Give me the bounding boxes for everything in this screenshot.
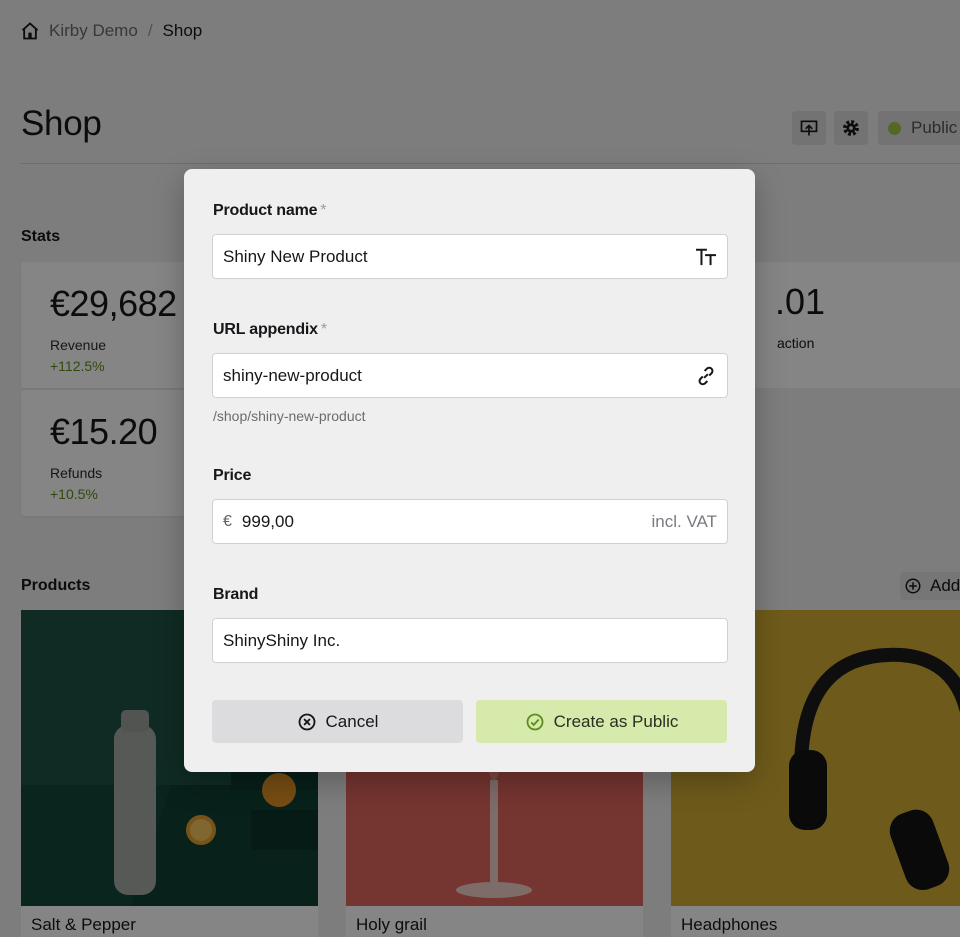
price-suffix: incl. VAT: [651, 511, 718, 531]
cancel-button[interactable]: Cancel: [212, 700, 463, 743]
url-appendix-value: shiny-new-product: [223, 365, 362, 385]
url-appendix-input[interactable]: shiny-new-product: [212, 353, 728, 398]
brand-value: ShinyShiny Inc.: [223, 630, 341, 650]
price-label: Price: [213, 467, 252, 484]
currency-symbol: €: [223, 512, 232, 530]
create-button[interactable]: Create as Public: [476, 700, 727, 743]
required-marker: *: [320, 202, 327, 219]
link-icon: [698, 366, 714, 385]
brand-label: Brand: [213, 586, 259, 603]
required-marker: *: [320, 321, 327, 338]
url-preview-text: /shop/shiny-new-product: [213, 408, 366, 424]
product-name-input[interactable]: Shiny New Product: [212, 234, 728, 279]
price-value: 999,00: [241, 511, 294, 531]
cancel-label: Cancel: [325, 711, 379, 731]
create-product-dialog: Product name * Shiny New Product URL appe…: [184, 169, 755, 772]
check-circle-icon: [526, 713, 544, 730]
cancel-icon: [298, 713, 315, 730]
brand-input[interactable]: ShinyShiny Inc.: [212, 618, 728, 663]
product-name-value: Shiny New Product: [223, 246, 368, 266]
create-label: Create as Public: [553, 711, 679, 731]
price-input[interactable]: € 999,00 incl. VAT: [212, 499, 728, 544]
url-appendix-label: URL appendix *: [213, 321, 327, 338]
product-name-label: Product name *: [213, 202, 327, 219]
text-icon: [696, 248, 716, 265]
